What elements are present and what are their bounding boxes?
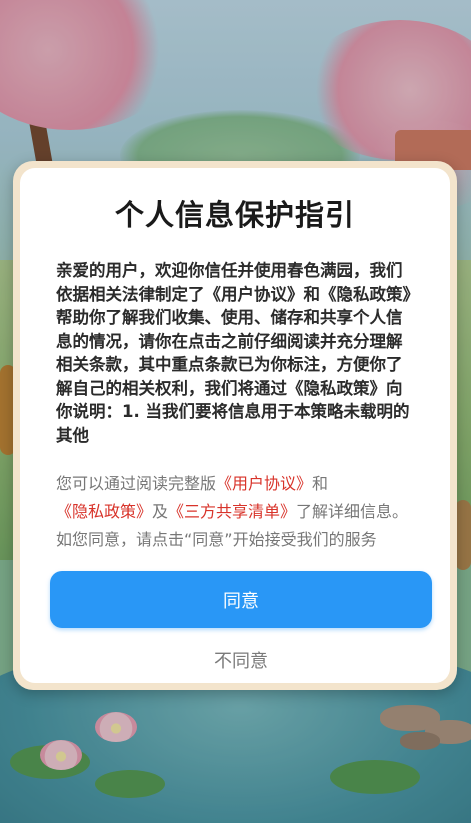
user-agreement-link[interactable]: 《用户协议》 xyxy=(216,474,312,493)
third-party-list-link[interactable]: 《三方共享清单》 xyxy=(168,502,296,521)
summary-and-2: 及 xyxy=(152,502,169,521)
summary-prefix: 您可以通过阅读完整版 xyxy=(56,474,217,493)
privacy-summary: 您可以通过阅读完整版《用户协议》和《隐私政策》及《三方共享清单》了解详细信息。如… xyxy=(56,470,424,554)
privacy-body-text[interactable]: 亲爱的用户，欢迎你信任并使用春色满园，我们依据相关法律制定了《用户协议》和《隐私… xyxy=(56,259,416,455)
agree-button[interactable]: 同意 xyxy=(50,571,432,628)
privacy-policy-link[interactable]: 《隐私政策》 xyxy=(56,502,152,521)
disagree-button[interactable]: 不同意 xyxy=(150,646,332,674)
dialog-title: 个人信息保护指引 xyxy=(114,198,355,232)
summary-and: 和 xyxy=(312,474,329,493)
privacy-dialog-panel: 个人信息保护指引 亲爱的用户，欢迎你信任并使用春色满园，我们依据相关法律制定了《… xyxy=(20,168,450,683)
privacy-dialog: 个人信息保护指引 亲爱的用户，欢迎你信任并使用春色满园，我们依据相关法律制定了《… xyxy=(13,161,457,690)
